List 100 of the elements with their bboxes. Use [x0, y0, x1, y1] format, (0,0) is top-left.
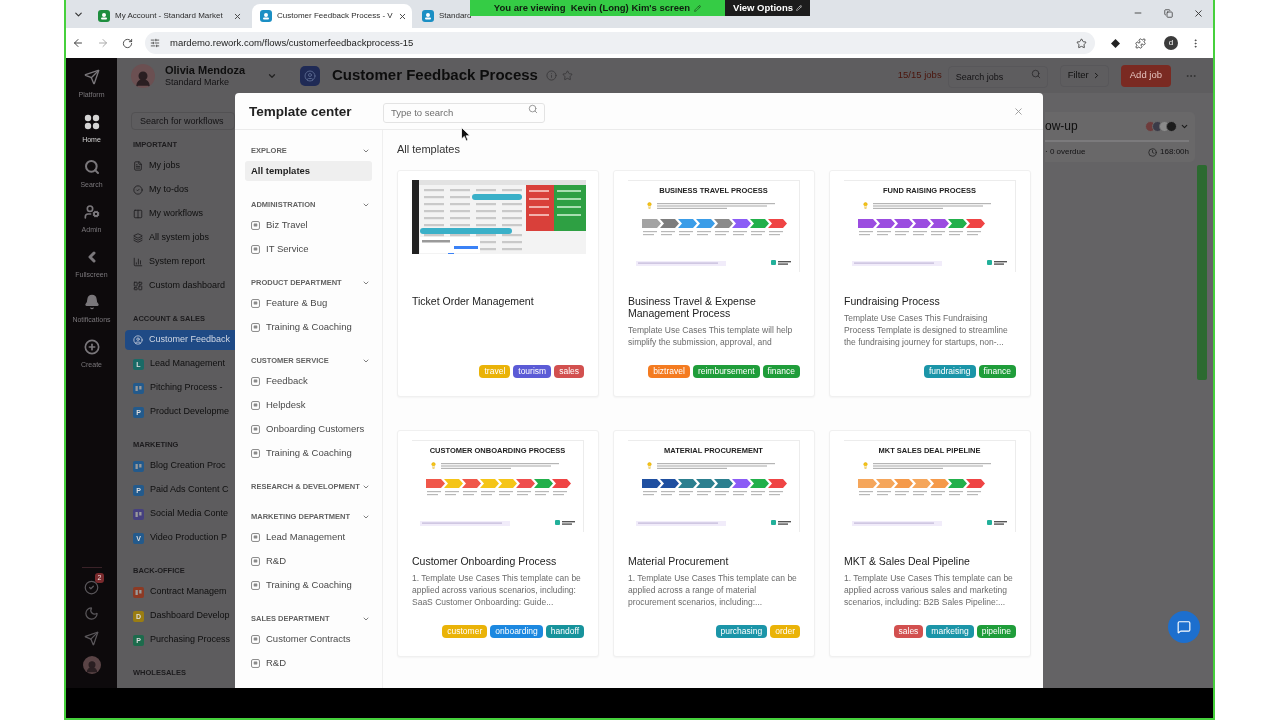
site-settings-icon	[150, 38, 160, 48]
template-tag: reimbursement	[692, 365, 760, 378]
browser-tab[interactable]: Customer Feedback Process - V	[252, 4, 412, 28]
check-circle-icon[interactable]	[84, 579, 99, 595]
template-category-item[interactable]: Helpdesk	[245, 395, 372, 415]
logo-icon	[987, 520, 1007, 526]
browser-tab[interactable]: My Account - Standard Market	[90, 4, 250, 28]
user-name: Olivia Mendoza	[165, 63, 246, 77]
template-title: Ticket Order Management	[412, 295, 535, 307]
template-category-item[interactable]: IT Service	[245, 239, 372, 259]
template-icon	[251, 658, 260, 668]
close-icon	[1192, 7, 1204, 19]
layers-icon	[133, 233, 143, 243]
template-tag: handoff	[545, 625, 584, 638]
avatar-icon[interactable]	[131, 63, 155, 88]
puzzle-icon	[1134, 37, 1146, 49]
template-tag: biztravel	[648, 365, 690, 378]
pencil-icon	[796, 5, 802, 11]
sidebar-item[interactable]: Customer Feedback	[125, 330, 235, 350]
template-category-item[interactable]: Feature & Bug	[245, 293, 372, 313]
dialog-title: Template center	[249, 104, 352, 119]
diamond-icon	[1110, 38, 1120, 48]
plus-circle-icon	[83, 339, 100, 355]
template-category-item[interactable]: Customer Contracts	[245, 629, 372, 649]
logo-icon	[555, 520, 575, 526]
template-category-item[interactable]: R&D	[245, 551, 372, 571]
template-category-item[interactable]: Onboarding Customers	[245, 419, 372, 439]
lightbulb-icon	[862, 462, 869, 469]
template-icon	[251, 400, 260, 410]
job-search-field[interactable]: Search jobs	[947, 66, 1048, 88]
column-duration: 168:00h	[1160, 146, 1189, 158]
user-gear-icon	[83, 204, 100, 220]
template-icon	[251, 298, 260, 308]
chat-icon	[1177, 620, 1191, 634]
send-icon[interactable]	[84, 631, 99, 646]
template-icon	[251, 532, 260, 542]
search-icon	[83, 159, 100, 175]
template-icon	[251, 376, 260, 386]
document-icon	[133, 161, 143, 171]
bar-chart-icon	[133, 257, 143, 267]
template-title: MKT & Sales Deal Pipeline	[844, 555, 971, 567]
profile-button[interactable]: d	[1164, 36, 1178, 50]
template-tag: travel	[479, 365, 511, 378]
column-title: ow-up	[1045, 118, 1078, 135]
template-tag: tourism	[513, 365, 552, 378]
info-icon[interactable]	[545, 70, 557, 81]
user-subtitle: Standard Marke	[165, 76, 231, 88]
template-tag: sales	[554, 365, 584, 378]
member-avatar-icon	[1166, 120, 1177, 132]
template-icon	[251, 556, 260, 566]
dashboard-icon	[133, 281, 143, 291]
url-text: mardemo.rework.com/flows/customerfeedbackprocess-15	[170, 35, 414, 50]
avatar-icon[interactable]	[82, 656, 101, 674]
template-tag: customer	[442, 625, 488, 638]
template-description: 1. Template Use Cases This template can be applied across a range of material procurement scenarios, including:...	[628, 572, 798, 608]
template-category-item[interactable]: Lead Management	[245, 527, 372, 547]
bookmark-star-icon[interactable]	[1076, 37, 1087, 49]
template-icon	[251, 580, 260, 590]
back-arrow-icon	[72, 37, 84, 49]
view-options-button[interactable]: View Options	[725, 0, 810, 16]
template-description: 1. Template Use Cases This template can be applied across various sales and marketing scenarios, including: B2B Sales Pipeline:...	[844, 572, 1014, 608]
close-icon[interactable]	[233, 11, 242, 21]
add-job-button[interactable]: Add job	[1120, 64, 1171, 87]
template-icon	[251, 220, 260, 230]
template-icon	[251, 244, 260, 254]
template-category-item[interactable]: Biz Travel	[245, 215, 372, 235]
logo-icon	[771, 260, 791, 266]
template-category-item[interactable]: Training & Coaching	[245, 317, 372, 337]
template-category-item[interactable]: R&D	[245, 653, 372, 673]
template-category-item[interactable]: Training & Coaching	[245, 443, 372, 463]
template-category-item[interactable]: All templates	[245, 161, 372, 181]
template-tag: sales	[893, 625, 924, 638]
workflow-search-field[interactable]: Search for workflows	[131, 112, 235, 130]
close-icon	[1012, 105, 1024, 117]
template-category-item[interactable]: Training & Coaching	[245, 575, 372, 595]
template-card[interactable]	[829, 430, 1031, 657]
lightbulb-icon	[646, 202, 653, 209]
moon-icon[interactable]	[84, 606, 99, 621]
template-category-item[interactable]: Feedback	[245, 371, 372, 391]
template-card[interactable]	[397, 430, 599, 657]
template-title: Material Procurement	[628, 555, 730, 567]
template-title: Fundraising Process	[844, 295, 941, 307]
template-icon	[251, 424, 260, 434]
close-dialog-button[interactable]	[1012, 105, 1024, 117]
template-tag: marketing	[926, 625, 974, 638]
template-search-field[interactable]: Type to search	[383, 102, 545, 123]
search-icon	[528, 104, 538, 114]
template-tag: finance	[978, 365, 1016, 378]
template-card[interactable]: Ticket Order Management travel tourism sales	[397, 170, 599, 397]
lightbulb-icon	[430, 462, 437, 469]
close-icon[interactable]	[397, 11, 407, 21]
screen-share-banner: You are viewing Kevin (Long) Kim's screen	[470, 0, 725, 16]
star-icon[interactable]	[561, 70, 573, 81]
columns-icon	[133, 209, 143, 219]
logo-icon	[771, 520, 791, 526]
page-title: Customer Feedback Process	[332, 65, 538, 86]
template-tag: fundraising	[924, 365, 976, 378]
logo-icon	[987, 260, 1007, 266]
send-icon	[83, 69, 100, 85]
address-bar[interactable]: mardemo.rework.com/flows/customerfeedbackprocess-15	[145, 32, 1095, 54]
